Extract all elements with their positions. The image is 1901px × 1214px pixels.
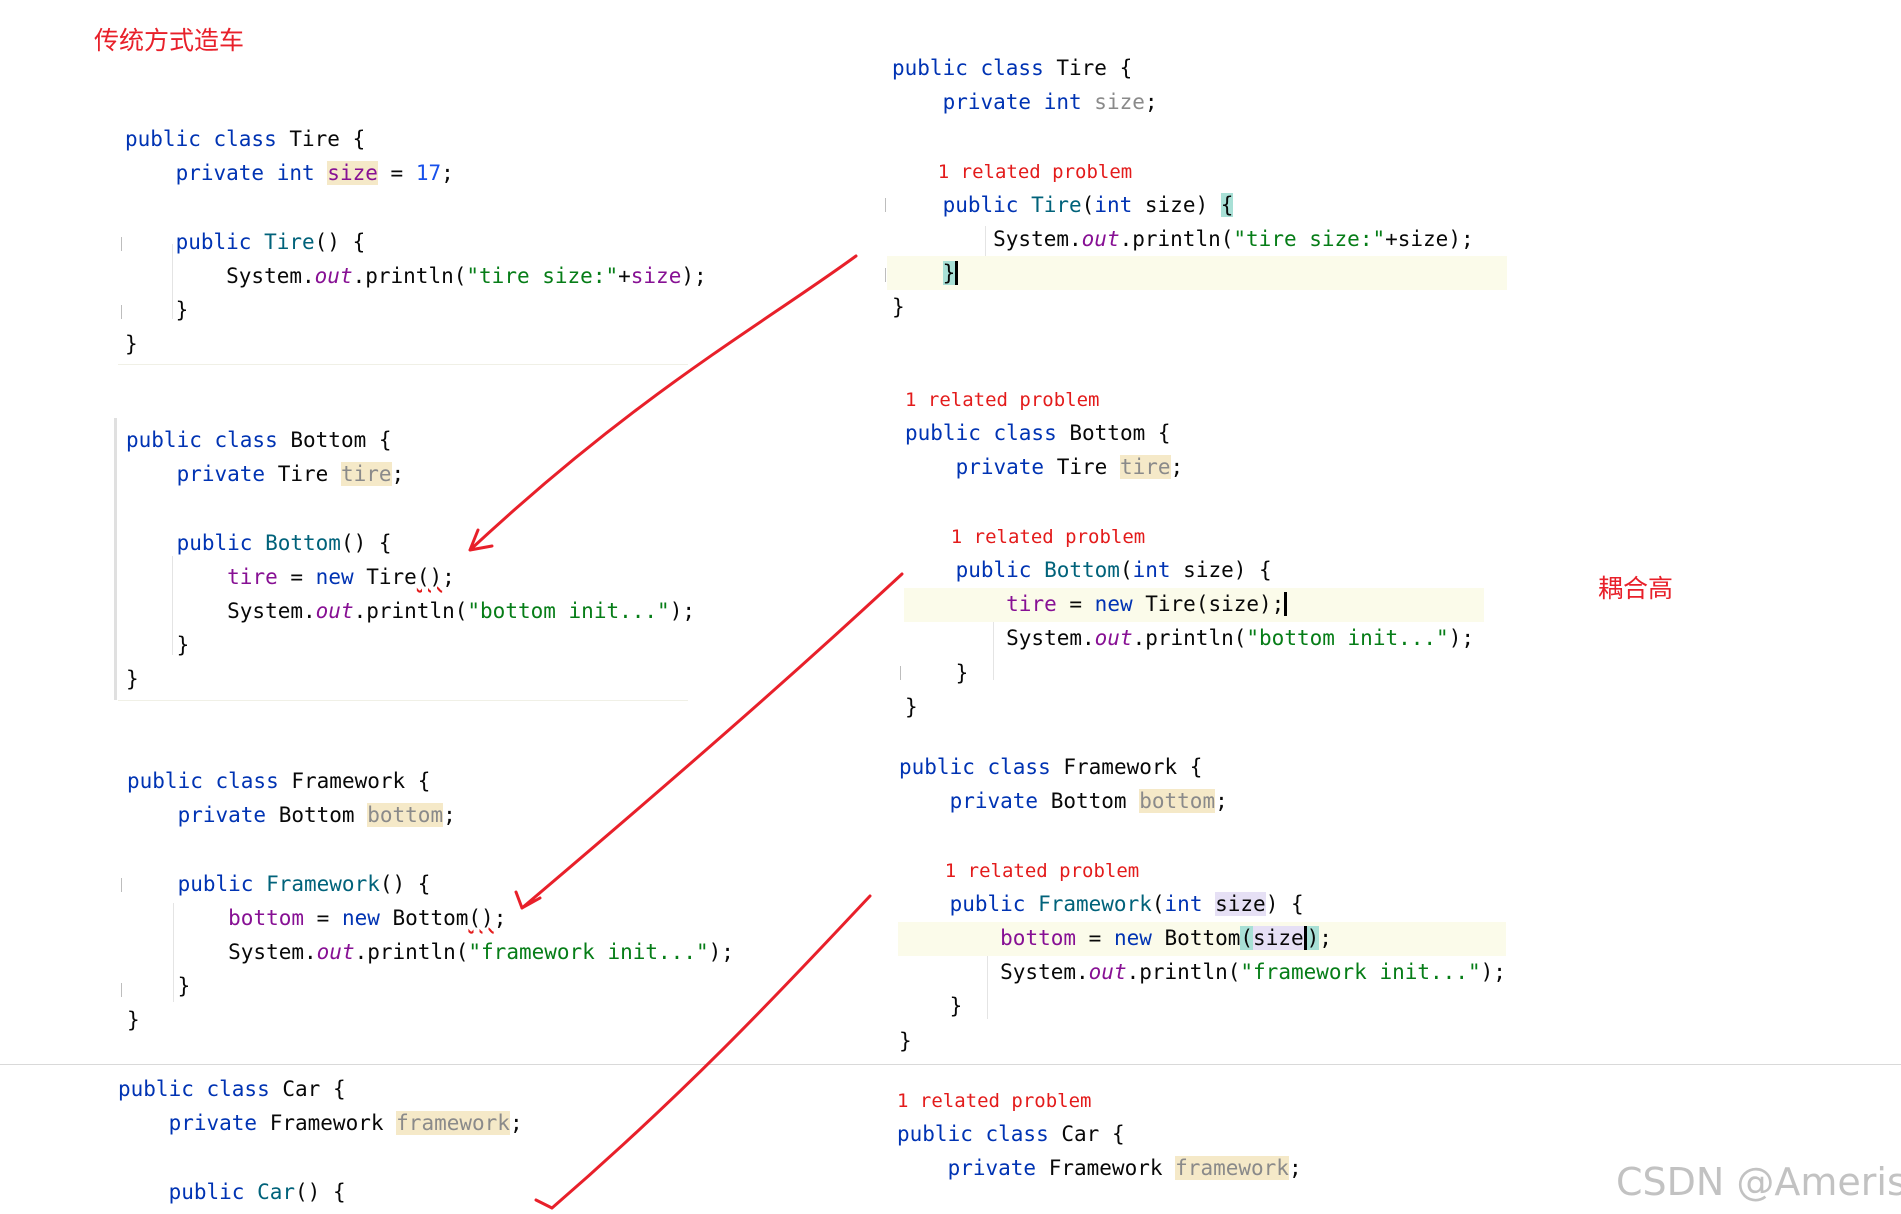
watermark: CSDN @Ameris Z xyxy=(1616,1160,1901,1204)
arrow-tire-to-bottom xyxy=(468,254,858,552)
arrow-framework-to-car xyxy=(534,894,872,1210)
arrows-overlay xyxy=(468,254,904,1210)
arrow-bottom-to-framework xyxy=(514,572,904,910)
